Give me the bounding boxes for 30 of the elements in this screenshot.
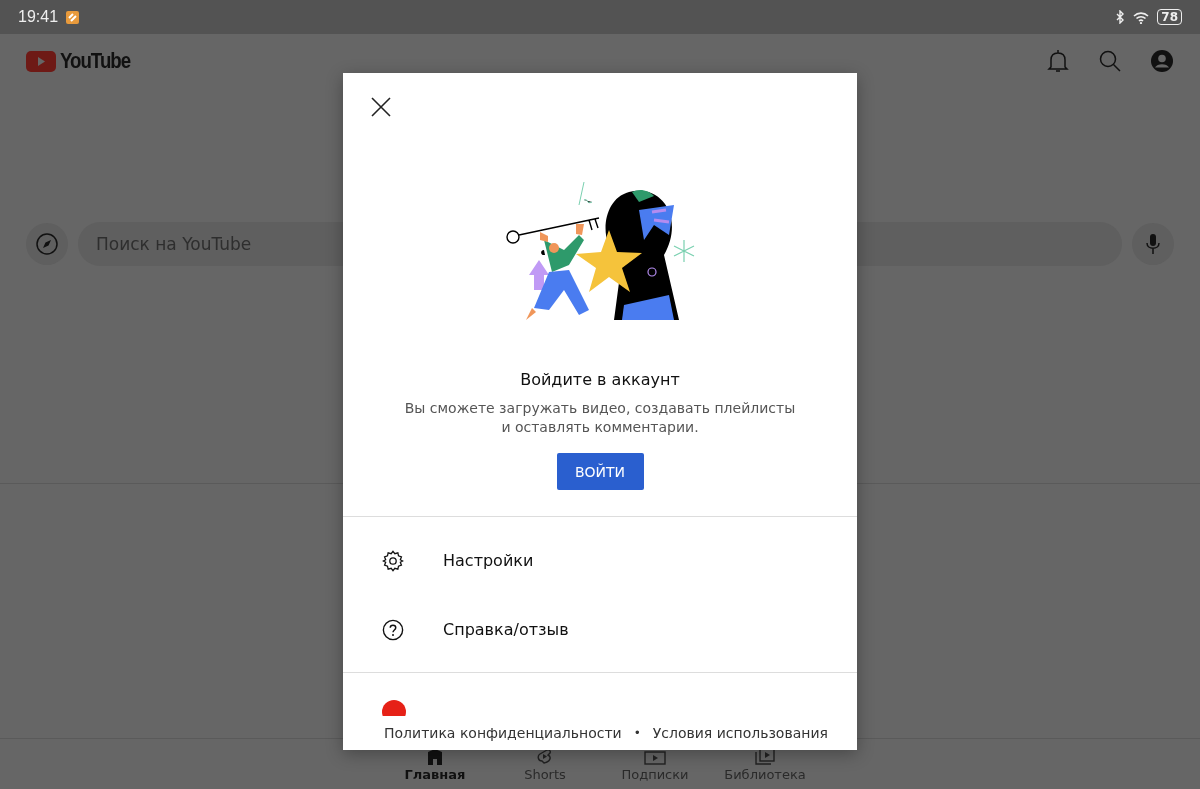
menu-item[interactable]: Настройки [343,526,857,595]
library-icon [755,749,775,765]
separator-dot: • [633,726,641,740]
menu-item[interactable]: Справка/отзыв [343,595,857,664]
explore-button[interactable] [26,223,68,265]
search-icon[interactable] [1098,49,1122,73]
wifi-icon [1133,10,1150,24]
settings-icon [382,549,404,572]
close-icon[interactable] [370,96,392,118]
clock: 19:41 [18,8,59,26]
logo-icon [26,50,56,72]
microphone-icon [1146,233,1160,255]
nav-tab[interactable]: Главная [390,739,480,789]
microphone-button[interactable] [1132,223,1174,265]
shorts-icon [536,749,554,765]
terms-link[interactable]: Условия использования [652,725,828,741]
home-icon [426,749,444,765]
logo-text: YouTube [60,48,131,74]
battery-level: 78 [1157,9,1182,25]
notification-icon [66,10,80,24]
sign-in-button[interactable]: ВОЙТИ [556,453,644,490]
dialog-description: Вы сможете загружать видео, создавать плейлисты и оставлять комментарии. [403,399,797,437]
dialog-title: Войдите в аккаунт [519,370,681,389]
subscriptions-icon [644,749,666,765]
account-icon[interactable] [1150,49,1174,73]
help-icon [382,618,404,641]
privacy-policy-link[interactable]: Политика конфиденциальности [384,725,622,741]
compass-icon [35,232,59,256]
bluetooth-icon [1116,10,1126,24]
notifications-icon[interactable] [1046,49,1070,73]
